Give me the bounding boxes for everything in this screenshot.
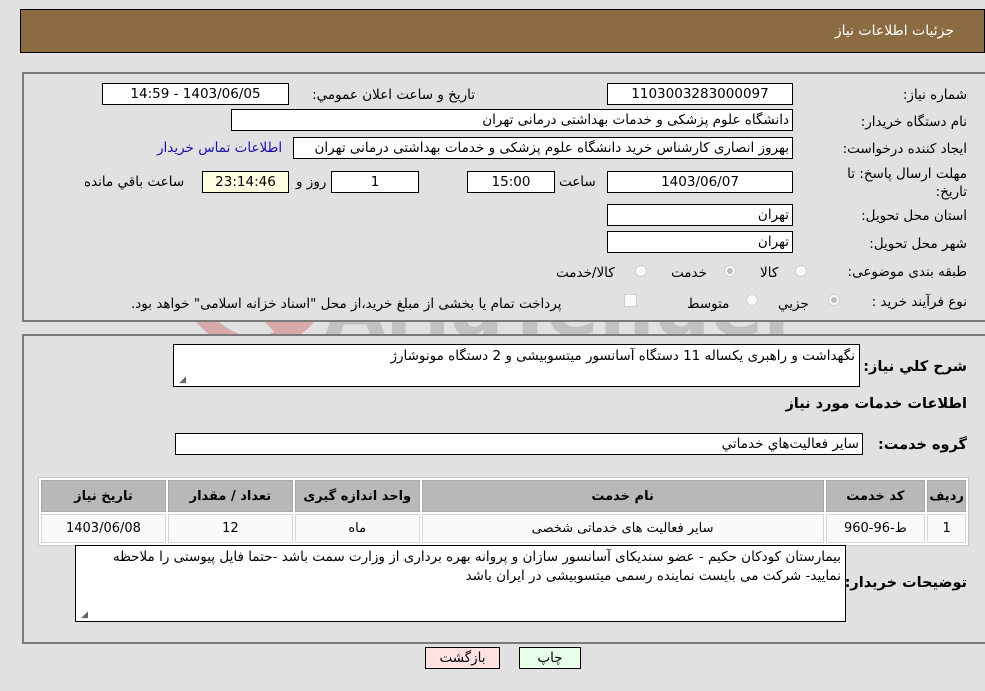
cell-service-code: ط-96-960 xyxy=(825,514,926,543)
process-type-label: نوع فرآيند خريد : xyxy=(871,294,967,310)
buyer-contact-link[interactable]: اطلاعات تماس خريدار xyxy=(157,140,282,156)
col-row-header: رديف xyxy=(927,480,966,512)
col-service-code-header: کد خدمت xyxy=(825,480,926,512)
city-field[interactable]: تهران xyxy=(607,231,793,253)
cell-quantity: 12 xyxy=(167,514,293,543)
print-button[interactable]: چاپ xyxy=(519,647,581,669)
process-radio-minor[interactable] xyxy=(828,294,840,306)
treasury-note: پرداخت تمام يا بخشی از مبلغ خريد،از محل … xyxy=(131,296,562,312)
need-number-label: شماره نیاز: xyxy=(902,87,967,103)
days-label: روز و xyxy=(296,174,327,190)
deadline-date-field[interactable]: 1403/06/07 xyxy=(607,171,793,193)
buyer-notes-textarea[interactable]: بیمارستان کودکان حکیم - عضو سندیکای آسان… xyxy=(75,545,846,622)
cell-service-name: ساير فعاليت های خدماتی شخصی xyxy=(421,514,824,543)
time-remaining-label: ساعت باقي مانده xyxy=(84,174,185,190)
buyer-notes-label: توضيحات خريدار: xyxy=(844,575,967,591)
deadline-time-label: ساعت xyxy=(559,174,596,190)
buyer-org-label: نام دستگاه خريدار: xyxy=(860,114,967,130)
deadline-time-field[interactable]: 15:00 xyxy=(467,171,555,193)
category-option-goods: کالا xyxy=(760,265,779,281)
cell-row-number: 1 xyxy=(927,514,966,543)
requester-field[interactable]: بهروز انصاری کارشناس خرید دانشگاه علوم پ… xyxy=(293,137,793,159)
announce-datetime-field[interactable]: 1403/06/05 - 14:59 xyxy=(102,83,289,105)
time-remaining-field: 23:14:46 xyxy=(202,171,289,193)
col-unit-header: واحد اندازه گيری xyxy=(294,480,420,512)
province-label: استان محل تحويل: xyxy=(861,208,967,224)
city-label: شهر محل تحويل: xyxy=(869,236,967,252)
services-table: رديف کد خدمت نام خدمت واحد اندازه گيری ت… xyxy=(38,477,969,546)
days-remaining-field[interactable]: 1 xyxy=(331,171,419,193)
col-quantity-header: تعداد / مقدار xyxy=(167,480,293,512)
deadline-label: مهلت ارسال پاسخ: تا تاريخ: xyxy=(847,166,967,200)
category-radio-goods-service[interactable] xyxy=(635,265,647,277)
process-option-minor: جزيي xyxy=(778,296,809,312)
col-need-date-header: تاريخ نياز xyxy=(41,480,166,512)
page-title: جزئیات اطلاعات نیاز xyxy=(834,23,954,39)
category-radio-goods[interactable] xyxy=(795,265,807,277)
cell-need-date: 1403/06/08 xyxy=(41,514,166,543)
summary-label: شرح کلي نياز: xyxy=(863,359,967,375)
page-header: جزئیات اطلاعات نیاز xyxy=(20,9,985,53)
category-option-service: خدمت xyxy=(671,265,707,281)
table-header-row: رديف کد خدمت نام خدمت واحد اندازه گيری ت… xyxy=(41,480,966,512)
resize-grip-icon[interactable]: ◢ xyxy=(176,375,186,385)
category-label: طبقه بندی موضوعی: xyxy=(847,264,967,280)
need-number-field[interactable]: 1103003283000097 xyxy=(607,83,793,105)
services-heading: اطلاعات خدمات مورد نياز xyxy=(785,396,967,412)
process-option-medium: متوسط xyxy=(687,296,730,312)
table-row: 1 ط-96-960 ساير فعاليت های خدماتی شخصی م… xyxy=(41,514,966,543)
buyer-notes-text: بیمارستان کودکان حکیم - عضو سندیکای آسان… xyxy=(112,549,841,584)
summary-text: نگهداشت و راهبری یکساله 11 دستگاه آسانسو… xyxy=(390,348,855,364)
service-group-field[interactable]: ساير فعاليت‌هاي خدماتي xyxy=(175,433,863,455)
col-service-name-header: نام خدمت xyxy=(421,480,824,512)
treasury-checkbox[interactable] xyxy=(624,294,637,307)
category-option-goods-service: کالا/خدمت xyxy=(556,265,615,281)
resize-grip-icon[interactable]: ◢ xyxy=(78,610,88,620)
process-radio-medium[interactable] xyxy=(746,294,758,306)
category-radio-service[interactable] xyxy=(724,265,736,277)
province-field[interactable]: تهران xyxy=(607,204,793,226)
buyer-org-field[interactable]: دانشگاه علوم پزشکی و خدمات بهداشتی درمان… xyxy=(231,109,793,131)
cell-unit: ماه xyxy=(294,514,420,543)
summary-textarea[interactable]: نگهداشت و راهبری یکساله 11 دستگاه آسانسو… xyxy=(173,344,860,387)
service-group-label: گروه خدمت: xyxy=(877,437,967,453)
announce-datetime-label: تاريخ و ساعت اعلان عمومي: xyxy=(312,87,475,103)
requester-label: ايجاد کننده درخواست: xyxy=(842,141,967,157)
back-button[interactable]: بازگشت xyxy=(425,647,500,669)
